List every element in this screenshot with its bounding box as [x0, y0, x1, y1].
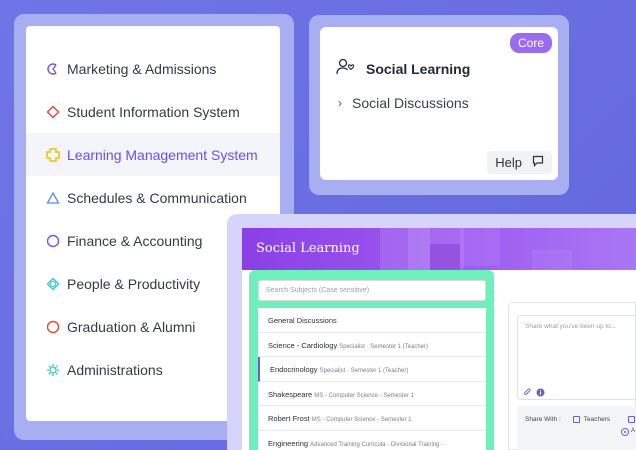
menu-item-student-information-system[interactable]: Student Information System	[26, 90, 280, 133]
help-button[interactable]: Help	[487, 151, 552, 174]
circle-outline-icon	[40, 320, 66, 334]
menu-item-label: Marketing & Admissions	[67, 60, 217, 77]
menu-item-marketing-admissions[interactable]: Marketing & Admissions	[26, 47, 280, 90]
subject-name: Endocrinology	[270, 365, 318, 374]
subject-row[interactable]: Engineering Advanced Training Curricula …	[258, 431, 486, 450]
triangle-icon	[40, 191, 66, 205]
post-options	[517, 406, 636, 450]
app-title: Social Learning	[256, 241, 360, 256]
teachers-checkbox[interactable]	[572, 416, 580, 423]
subject-row[interactable]: Science - Cardiology Specialist · Semest…	[258, 333, 486, 357]
marketing-icon	[40, 62, 66, 76]
attachment-icon[interactable]	[523, 388, 532, 399]
header-decoration	[430, 244, 460, 272]
subject-meta: MS - Computer Science - Semester 1	[311, 417, 412, 423]
subject-meta: Specialist · Semester 1 (Teacher)	[319, 368, 409, 374]
chevron-right-icon: ›	[338, 96, 342, 110]
radio-label: A	[631, 428, 636, 434]
user-heart-icon	[336, 58, 356, 79]
menu-item-label: Learning Management System	[67, 146, 258, 163]
menu-item-learning-management-system[interactable]: Learning Management System	[26, 133, 280, 176]
share-with-label: Share With :	[525, 416, 561, 423]
core-badge: Core	[509, 33, 552, 53]
menu-item-label: Graduation & Alumni	[67, 318, 196, 335]
menu-item-label: Student Information System	[67, 103, 240, 120]
help-label: Help	[495, 155, 522, 170]
puzzle-icon	[40, 147, 66, 163]
subject-name: Engineering	[268, 438, 309, 448]
subject-meta: MS - Computer Science - Semester 1	[314, 392, 414, 399]
subject-meta: Specialist · Semester 1 (Teacher)	[339, 343, 428, 350]
subject-meta: Advanced Training Curricula - Divisional…	[310, 441, 444, 448]
share-with-row: Share With : Teachers S	[525, 416, 636, 423]
menu-item-label: Administrations	[67, 361, 163, 378]
subject-name: Shakespeare	[268, 389, 313, 399]
circle-icon	[40, 234, 66, 248]
subject-name: Robert Frost	[268, 414, 310, 423]
diamond-icon	[40, 105, 66, 119]
subject-row[interactable]: Shakespeare MS - Computer Science - Seme…	[258, 382, 486, 406]
social-card-title: Social Learning	[366, 60, 471, 77]
social-discussions-label: Social Discussions	[352, 95, 469, 111]
subject-row[interactable]: General Discussions	[258, 308, 486, 333]
subject-row[interactable]: Endocrinology Specialist · Semester 1 (T…	[258, 357, 486, 382]
menu-item-label: Finance & Accounting	[67, 232, 203, 249]
subject-name: Science - Cardiology	[268, 340, 338, 350]
menu-item-label: People & Productivity	[67, 275, 201, 292]
subject-row[interactable]: Robert Frost MS - Computer Science - Sem…	[258, 406, 486, 431]
gear-icon	[40, 363, 66, 377]
menu-item-label: Schedules & Communication	[67, 189, 247, 206]
info-icon[interactable]	[536, 388, 545, 399]
flower-icon	[40, 277, 66, 291]
menu-item-schedules-communication[interactable]: Schedules & Communication	[26, 176, 280, 219]
share-radio[interactable]	[621, 428, 629, 436]
social-card-title-row[interactable]: Social Learning	[336, 58, 470, 79]
subject-name: General Discussions	[268, 316, 337, 325]
subject-search-input[interactable]: Search Subjects (Case sensitive)	[258, 280, 486, 301]
social-learning-card: Core Social Learning › Social Discussion…	[320, 27, 558, 180]
teachers-label: Teachers	[583, 416, 611, 423]
second-share-checkbox[interactable]	[628, 416, 636, 423]
social-discussions-link[interactable]: › Social Discussions	[338, 95, 469, 111]
post-icons	[523, 388, 545, 399]
subject-list: General Discussions Science - Cardiology…	[258, 308, 486, 450]
chat-icon	[532, 155, 544, 170]
header-decoration	[460, 228, 500, 266]
